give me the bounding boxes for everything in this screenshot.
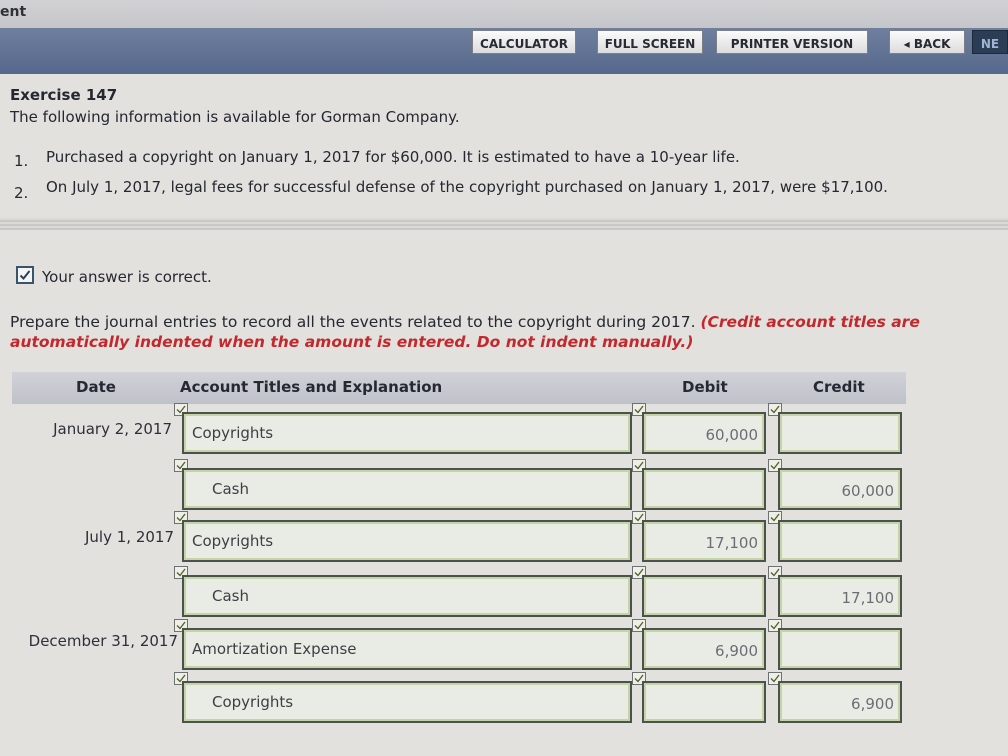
list-item-number: 1.: [14, 152, 29, 170]
correct-check-icon: [16, 266, 34, 284]
list-item-number: 2.: [14, 184, 29, 202]
top-bar: ent: [0, 0, 1008, 30]
instruction-main: Prepare the journal entries to record al…: [10, 313, 696, 331]
instruction-text: Prepare the journal entries to record al…: [10, 312, 1000, 352]
printer-version-button[interactable]: PRINTER VERSION: [716, 30, 868, 54]
entry-date: December 31, 2017: [28, 632, 178, 650]
section-divider: [0, 218, 1008, 230]
credit-field[interactable]: [778, 628, 902, 670]
exercise-title: Exercise 147: [10, 86, 118, 104]
header-credit: Credit: [813, 378, 865, 396]
back-button[interactable]: ◂ BACK: [889, 30, 965, 54]
list-item: Purchased a copyright on January 1, 2017…: [46, 148, 740, 166]
account-field[interactable]: Amortization Expense: [182, 628, 632, 670]
credit-field[interactable]: [778, 412, 902, 454]
full-screen-button[interactable]: FULL SCREEN: [597, 30, 703, 54]
debit-field[interactable]: 6,900: [642, 628, 766, 670]
entry-date: July 1, 2017: [85, 528, 174, 546]
credit-field[interactable]: 60,000: [778, 468, 902, 510]
entry-date: January 2, 2017: [53, 420, 172, 438]
credit-field[interactable]: [778, 520, 902, 562]
account-field[interactable]: Cash: [182, 468, 632, 510]
journal-table-header: [12, 372, 906, 404]
account-field[interactable]: Copyrights: [182, 520, 632, 562]
list-item: On July 1, 2017, legal fees for successf…: [46, 178, 888, 196]
debit-field[interactable]: 60,000: [642, 412, 766, 454]
debit-field[interactable]: 17,100: [642, 520, 766, 562]
section-title: ent: [0, 4, 27, 20]
calculator-button[interactable]: CALCULATOR: [472, 30, 576, 54]
account-field[interactable]: Copyrights: [182, 681, 632, 723]
exercise-intro: The following information is available f…: [10, 108, 460, 126]
header-account: Account Titles and Explanation: [180, 378, 443, 396]
header-date: Date: [76, 378, 116, 396]
credit-field[interactable]: 6,900: [778, 681, 902, 723]
feedback-message: Your answer is correct.: [42, 268, 212, 286]
account-field[interactable]: Copyrights: [182, 412, 632, 454]
next-button[interactable]: NE: [972, 30, 1008, 54]
header-debit: Debit: [682, 378, 728, 396]
debit-field[interactable]: [642, 575, 766, 617]
account-field[interactable]: Cash: [182, 575, 632, 617]
debit-field[interactable]: [642, 468, 766, 510]
debit-field[interactable]: [642, 681, 766, 723]
credit-field[interactable]: 17,100: [778, 575, 902, 617]
